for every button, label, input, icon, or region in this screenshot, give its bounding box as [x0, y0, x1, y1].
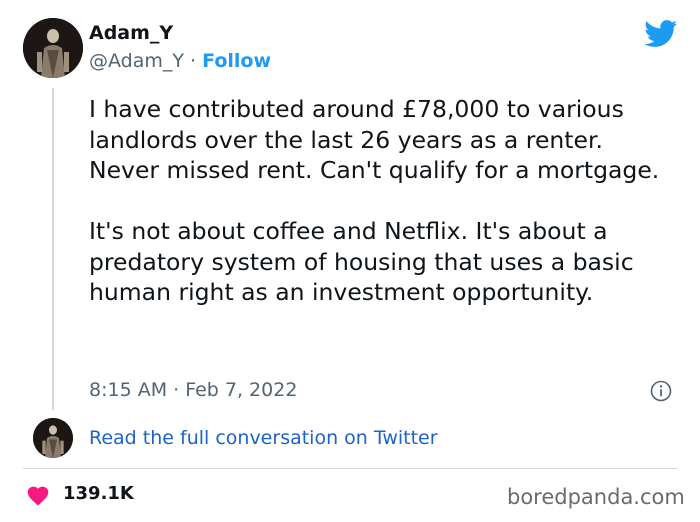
- read-full-conversation-link[interactable]: Read the full conversation on Twitter: [89, 427, 438, 449]
- reply-avatar[interactable]: [33, 418, 73, 458]
- info-icon[interactable]: [650, 380, 672, 402]
- handle-separator: ·: [183, 50, 203, 72]
- tweet-timestamp[interactable]: 8:15 AM · Feb 7, 2022: [89, 379, 297, 401]
- divider: [23, 468, 677, 469]
- author-name[interactable]: Adam_Y: [89, 22, 173, 44]
- heart-icon[interactable]: [26, 484, 50, 506]
- thread-connector-line: [52, 88, 54, 410]
- watermark: boredpanda.com: [507, 485, 685, 509]
- tweet-paragraph-2: It's not about coffee and Netflix. It's …: [89, 217, 634, 306]
- author-handle[interactable]: @Adam_Y: [89, 50, 184, 72]
- author-avatar[interactable]: [23, 18, 83, 78]
- like-count: 139.1K: [63, 483, 134, 504]
- follow-button[interactable]: Follow: [202, 50, 271, 72]
- author-handle-row: @Adam_Y · Follow: [89, 50, 271, 72]
- tweet-text: I have contributed around £78,000 to var…: [89, 94, 679, 308]
- tweet-paragraph-1: I have contributed around £78,000 to var…: [89, 95, 660, 184]
- twitter-bird-icon[interactable]: [644, 20, 678, 48]
